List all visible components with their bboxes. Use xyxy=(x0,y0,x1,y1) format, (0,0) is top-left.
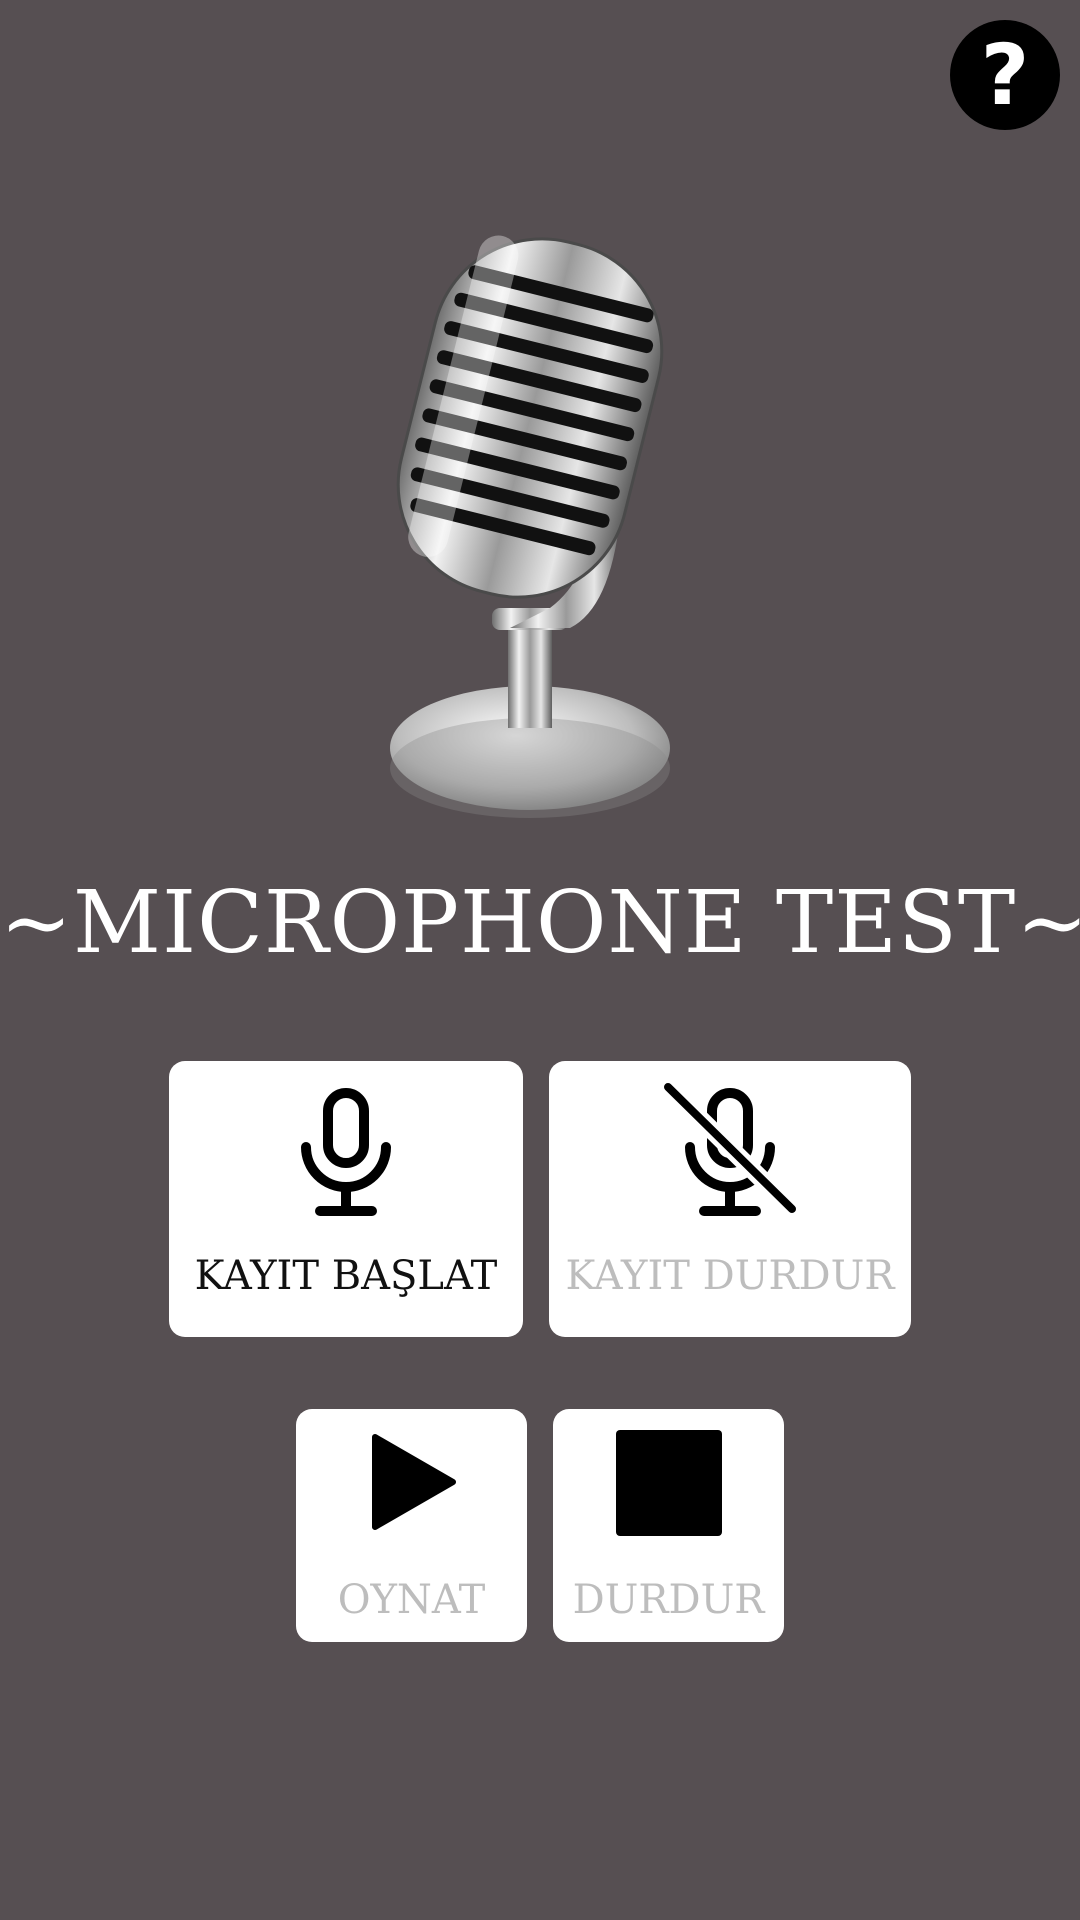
stop-label: DURDUR xyxy=(572,1577,765,1623)
play-label: OYNAT xyxy=(337,1577,486,1623)
vintage-microphone-illustration xyxy=(390,235,670,818)
microphone-icon xyxy=(169,1081,523,1221)
stop-icon xyxy=(553,1427,784,1539)
record-start-label: KAYIT BAŞLAT xyxy=(194,1253,498,1299)
help-button[interactable]: ? xyxy=(950,20,1060,130)
play-icon xyxy=(296,1427,527,1537)
play-button[interactable]: OYNAT xyxy=(296,1409,527,1642)
record-start-button[interactable]: KAYIT BAŞLAT xyxy=(169,1061,523,1337)
app-title: ~MICROPHONE TEST~ xyxy=(0,873,1080,973)
stop-button[interactable]: DURDUR xyxy=(553,1409,784,1642)
record-stop-label: KAYIT DURDUR xyxy=(565,1253,895,1299)
help-question-icon: ? xyxy=(980,26,1030,124)
record-stop-button[interactable]: KAYIT DURDUR xyxy=(549,1061,911,1337)
microphone-off-icon xyxy=(549,1081,911,1221)
